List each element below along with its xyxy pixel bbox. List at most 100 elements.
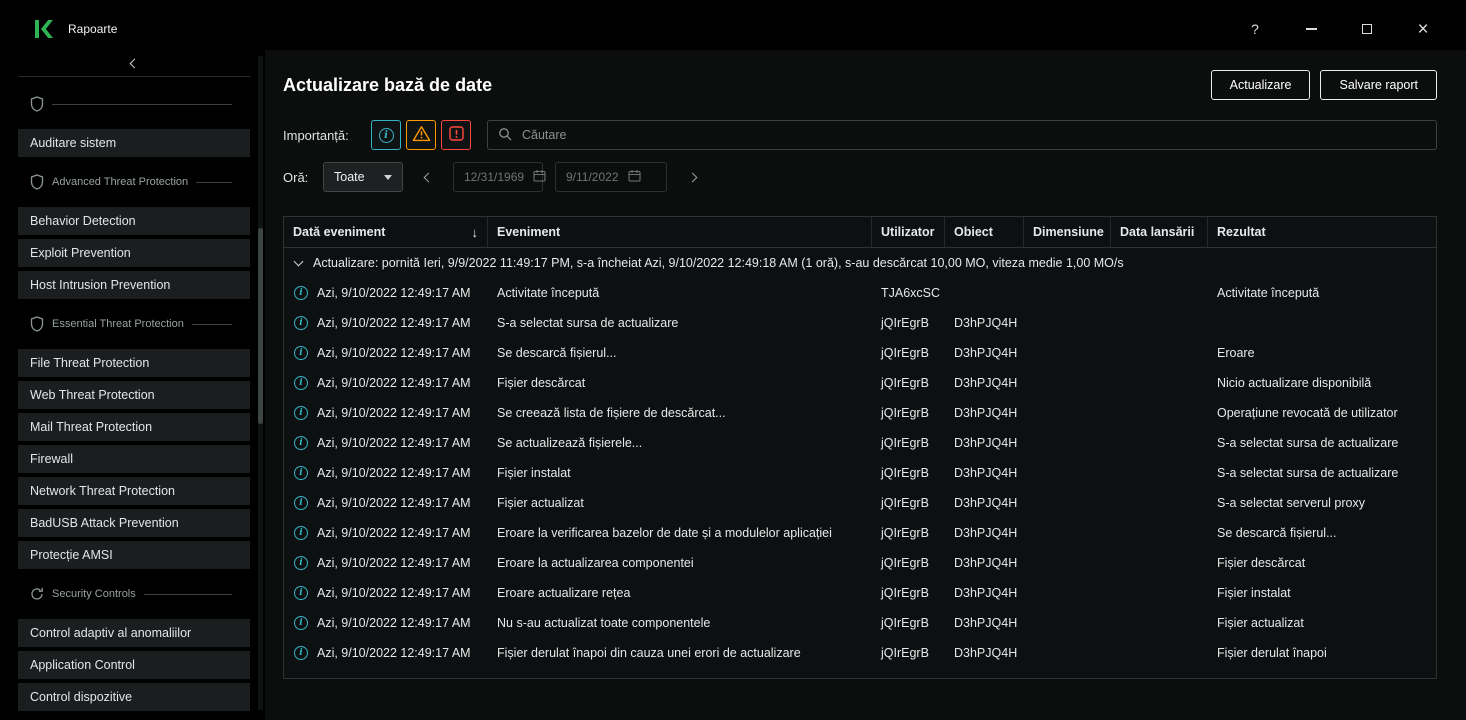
sidebar-item[interactable]: Control dispozitive <box>18 683 250 711</box>
table-row[interactable]: i Azi, 9/10/2022 12:49:17 AM Nu s-au act… <box>284 608 1436 638</box>
window-controls: ? × <box>1244 18 1434 40</box>
date-from-field[interactable]: 12/31/1969 <box>453 162 543 192</box>
main-panel: Actualizare bază de date Actualizare Sal… <box>265 50 1466 720</box>
sidebar-item[interactable]: Network Threat Protection <box>18 477 250 505</box>
sidebar-item[interactable]: Exploit Prevention <box>18 239 250 267</box>
sidebar-item-label: Web Threat Protection <box>30 388 155 402</box>
sidebar-item[interactable]: Auditare sistem <box>18 129 250 157</box>
sidebar-section-label: Advanced Threat Protection <box>52 176 188 188</box>
date-to-field[interactable]: 9/11/2022 <box>555 162 667 192</box>
user-cell: jQIrEgrB <box>872 346 945 360</box>
sidebar-item[interactable]: File Threat Protection <box>18 349 250 377</box>
table-row[interactable]: i Azi, 9/10/2022 12:49:17 AM Fișier deru… <box>284 638 1436 668</box>
event-date-text: Azi, 9/10/2022 12:49:17 AM <box>317 346 471 360</box>
sidebar-item[interactable]: Protecție AMSI <box>18 541 250 569</box>
group-header-row[interactable]: Actualizare: pornită Ieri, 9/9/2022 11:4… <box>284 248 1436 278</box>
user-cell: jQIrEgrB <box>872 466 945 480</box>
sidebar-item-label: Application Control <box>30 658 135 672</box>
minimize-button[interactable] <box>1300 18 1322 40</box>
event-cell: Eroare la verificarea bazelor de date și… <box>488 526 872 540</box>
save-report-button[interactable]: Salvare raport <box>1320 70 1437 100</box>
sidebar-item[interactable]: Host Intrusion Prevention <box>18 271 250 299</box>
help-button[interactable]: ? <box>1244 18 1266 40</box>
info-icon: i <box>294 286 308 300</box>
sidebar: Auditare sistem Advanced Threat Protecti… <box>18 50 250 720</box>
section-divider-line <box>52 104 232 105</box>
sidebar-entries: Auditare sistem Advanced Threat Protecti… <box>18 77 250 711</box>
object-cell: D3hPJQ4H <box>945 496 1024 510</box>
search-input[interactable] <box>520 127 1426 143</box>
table-row[interactable]: i Azi, 9/10/2022 12:49:17 AM Eroare actu… <box>284 578 1436 608</box>
object-cell: D3hPJQ4H <box>945 346 1024 360</box>
window-title: Rapoarte <box>68 22 117 36</box>
close-button[interactable]: × <box>1412 18 1434 40</box>
chevron-right-icon <box>687 172 697 182</box>
refresh-icon <box>30 587 44 601</box>
table-row[interactable]: i Azi, 9/10/2022 12:49:17 AM Activitate … <box>284 278 1436 308</box>
column-header-date[interactable]: Dată eveniment ↓ <box>284 217 488 247</box>
info-icon: i <box>294 586 308 600</box>
sidebar-item-label: Auditare sistem <box>30 136 116 150</box>
severity-critical-toggle[interactable] <box>441 120 471 150</box>
sidebar-collapse-button[interactable] <box>18 50 250 77</box>
severity-warning-toggle[interactable] <box>406 120 436 150</box>
table-row[interactable]: i Azi, 9/10/2022 12:49:17 AM Fișier desc… <box>284 368 1436 398</box>
table-row[interactable]: i Azi, 9/10/2022 12:49:17 AM Se creează … <box>284 398 1436 428</box>
window-titlebar: Rapoarte ? × <box>18 8 1448 50</box>
sidebar-scrollbar-thumb[interactable] <box>258 228 263 424</box>
sidebar-section-header: Essential Threat Protection <box>18 309 250 339</box>
info-icon: i <box>294 406 308 420</box>
table-row[interactable]: i Azi, 9/10/2022 12:49:17 AM S-a selecta… <box>284 308 1436 338</box>
object-cell: D3hPJQ4H <box>945 406 1024 420</box>
column-header-object[interactable]: Obiect <box>945 217 1024 247</box>
event-date-text: Azi, 9/10/2022 12:49:17 AM <box>317 376 471 390</box>
time-range-dropdown[interactable]: Toate <box>323 162 403 192</box>
column-header-result[interactable]: Rezultat <box>1208 217 1436 247</box>
sidebar-item[interactable]: Control adaptiv al anomaliilor <box>18 619 250 647</box>
sidebar-item[interactable]: Firewall <box>18 445 250 473</box>
table-row[interactable]: i Azi, 9/10/2022 12:49:17 AM Se actualiz… <box>284 428 1436 458</box>
sidebar-item[interactable]: BadUSB Attack Prevention <box>18 509 250 537</box>
table-row[interactable]: i Azi, 9/10/2022 12:49:17 AM Se descarcă… <box>284 338 1436 368</box>
page-title: Actualizare bază de date <box>283 75 492 96</box>
event-date-text: Azi, 9/10/2022 12:49:17 AM <box>317 286 471 300</box>
info-icon: i <box>294 346 308 360</box>
sidebar-scrollbar[interactable] <box>258 56 263 710</box>
event-cell: Se descarcă fișierul... <box>488 346 872 360</box>
result-cell: S-a selectat sursa de actualizare <box>1208 436 1436 450</box>
event-date-cell: i Azi, 9/10/2022 12:49:17 AM <box>284 556 488 570</box>
object-cell: D3hPJQ4H <box>945 646 1024 660</box>
sidebar-section-label: Security Controls <box>52 588 136 600</box>
sidebar-item[interactable]: Web Threat Protection <box>18 381 250 409</box>
table-row[interactable]: i Azi, 9/10/2022 12:49:17 AM Fișier actu… <box>284 488 1436 518</box>
object-cell: D3hPJQ4H <box>945 316 1024 330</box>
event-date-cell: i Azi, 9/10/2022 12:49:17 AM <box>284 496 488 510</box>
table-row[interactable]: i Azi, 9/10/2022 12:49:17 AM Eroare la a… <box>284 548 1436 578</box>
column-header-user[interactable]: Utilizator <box>872 217 945 247</box>
sidebar-item-label: Control dispozitive <box>30 690 132 704</box>
object-cell: D3hPJQ4H <box>945 436 1024 450</box>
info-icon: i <box>294 646 308 660</box>
event-date-text: Azi, 9/10/2022 12:49:17 AM <box>317 526 471 540</box>
column-header-event[interactable]: Eveniment <box>488 217 872 247</box>
sort-desc-icon: ↓ <box>466 225 479 240</box>
shield-icon <box>30 174 44 190</box>
update-button[interactable]: Actualizare <box>1211 70 1311 100</box>
date-prev-button[interactable] <box>415 174 441 181</box>
sidebar-item[interactable]: Application Control <box>18 651 250 679</box>
column-header-launch-date[interactable]: Data lansării <box>1111 217 1208 247</box>
table-row[interactable]: i Azi, 9/10/2022 12:49:17 AM Eroare la v… <box>284 518 1436 548</box>
user-cell: jQIrEgrB <box>872 646 945 660</box>
critical-icon <box>449 126 464 144</box>
maximize-button[interactable] <box>1356 18 1378 40</box>
sidebar-item[interactable]: Behavior Detection <box>18 207 250 235</box>
severity-info-toggle[interactable]: i <box>371 120 401 150</box>
table-row[interactable]: i Azi, 9/10/2022 12:49:17 AM Fișier inst… <box>284 458 1436 488</box>
sidebar-item[interactable]: Mail Threat Protection <box>18 413 250 441</box>
warning-icon <box>412 125 431 145</box>
column-header-size[interactable]: Dimensiune <box>1024 217 1111 247</box>
section-divider-line <box>196 182 232 183</box>
date-next-button[interactable] <box>679 174 705 181</box>
event-date-cell: i Azi, 9/10/2022 12:49:17 AM <box>284 436 488 450</box>
search-box[interactable] <box>487 120 1437 150</box>
